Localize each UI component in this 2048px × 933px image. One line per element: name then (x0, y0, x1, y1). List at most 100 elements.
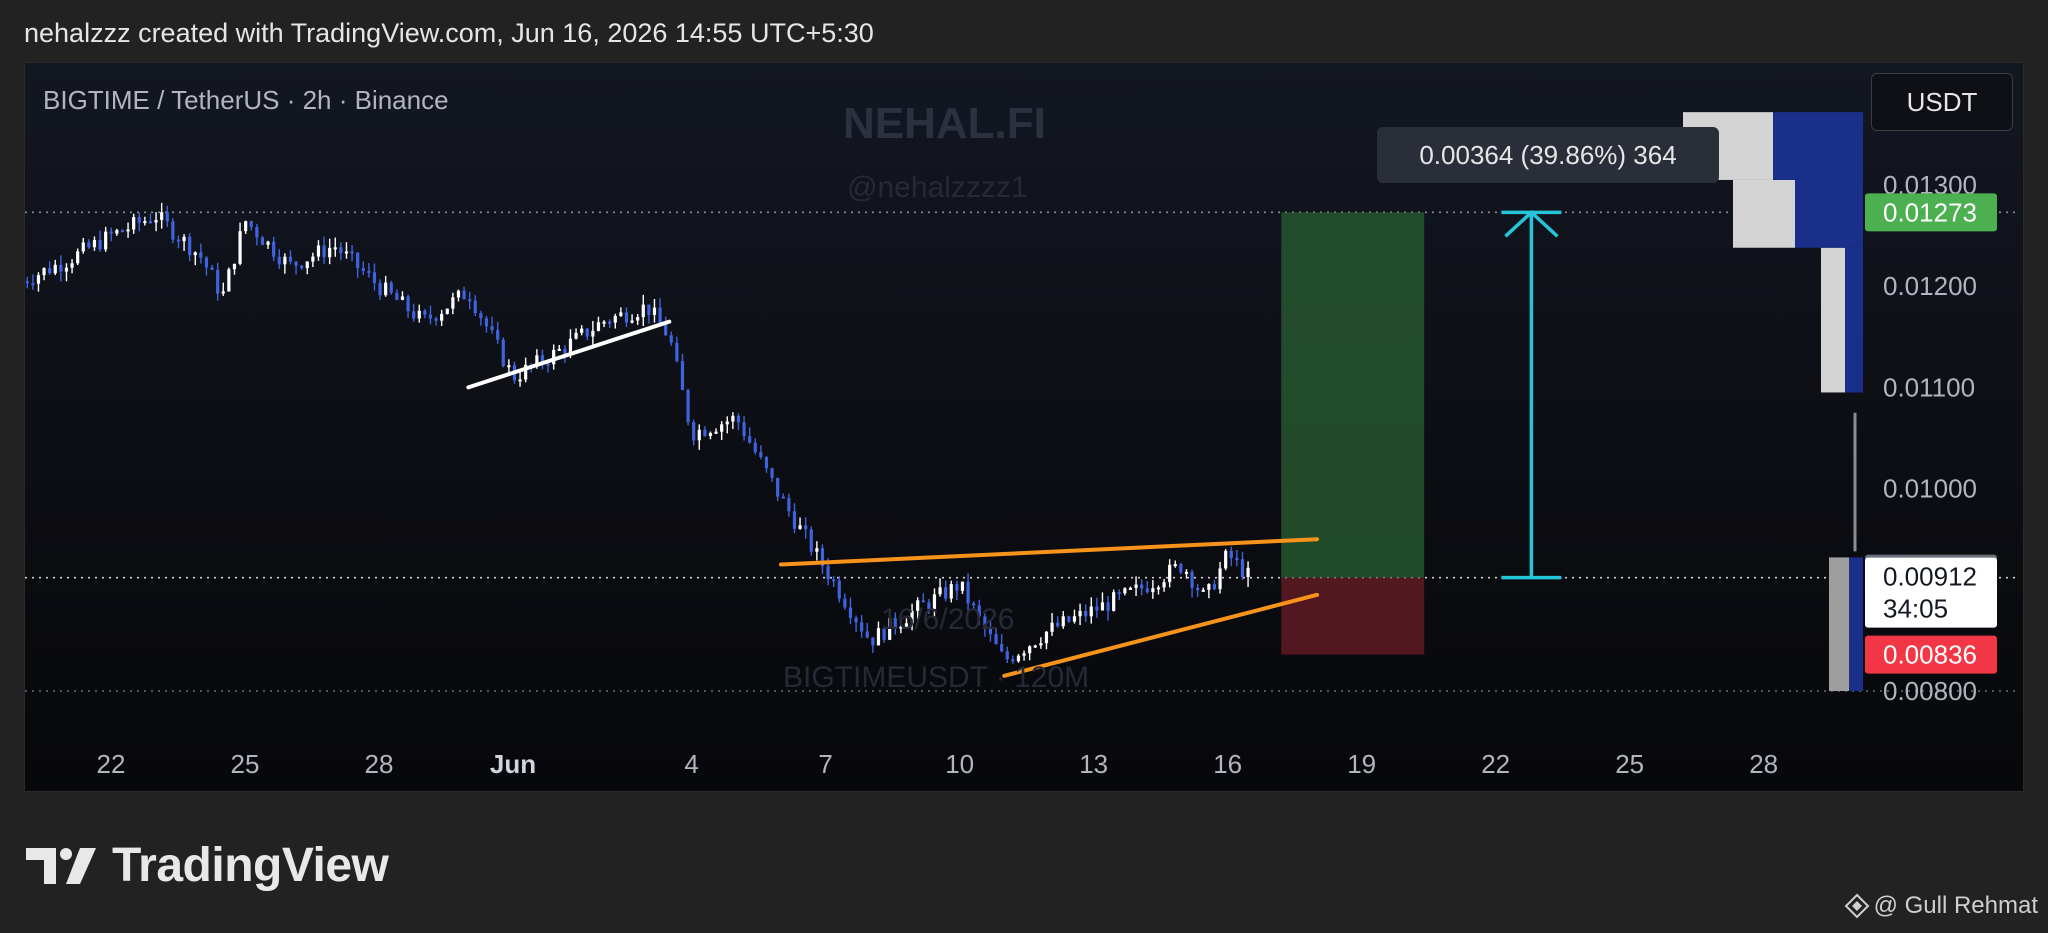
candle-body-46[interactable] (277, 256, 281, 265)
candle-body-79[interactable] (462, 290, 466, 300)
candle-body-78[interactable] (456, 290, 461, 298)
candle-body-203[interactable] (1156, 587, 1161, 590)
candle-body-76[interactable] (445, 308, 449, 314)
candle-body-1[interactable] (25, 281, 29, 284)
candle-body-43[interactable] (260, 237, 265, 245)
candle-body-166[interactable] (949, 584, 953, 599)
candle-body-189[interactable] (1078, 610, 1082, 617)
candle-body-190[interactable] (1084, 610, 1088, 617)
candle-body-218[interactable] (1240, 559, 1245, 578)
candle-body-89[interactable] (518, 379, 522, 382)
candle-body-14[interactable] (98, 239, 102, 250)
candle-body-128[interactable] (736, 415, 741, 423)
candle-body-4[interactable] (42, 268, 46, 276)
candle-body-75[interactable] (440, 313, 444, 321)
candle-body-98[interactable] (568, 338, 573, 354)
candle-body-130[interactable] (748, 436, 752, 443)
candle-body-210[interactable] (1196, 587, 1200, 591)
candle-body-127[interactable] (731, 415, 735, 422)
candle-body-59[interactable] (350, 251, 354, 254)
candle-body-176[interactable] (1005, 651, 1009, 660)
candle-body-58[interactable] (344, 251, 349, 254)
candle-body-70[interactable] (412, 311, 416, 319)
candle-body-101[interactable] (585, 328, 589, 337)
candle-body-168[interactable] (960, 581, 965, 591)
candle-body-204[interactable] (1162, 582, 1166, 588)
candle-body-198[interactable] (1128, 587, 1133, 590)
candle-body-20[interactable] (132, 217, 136, 230)
candle-body-24[interactable] (154, 219, 158, 223)
candle-body-26[interactable] (165, 212, 169, 222)
candle-body-40[interactable] (244, 221, 248, 232)
candle-body-202[interactable] (1151, 588, 1155, 593)
candle-body-125[interactable] (720, 424, 724, 432)
candle-body-87[interactable] (507, 365, 511, 368)
candle-body-50[interactable] (300, 265, 304, 269)
candle-body-86[interactable] (501, 339, 505, 367)
candle-body-208[interactable] (1184, 571, 1189, 574)
candle-body-73[interactable] (428, 314, 433, 319)
chart-panel[interactable]: 0.01300 0.01200 0.01100 0.01000 0.00800 0.012… (24, 62, 2024, 792)
candle-body-44[interactable] (266, 241, 270, 245)
candle-body-123[interactable] (708, 433, 713, 436)
candle-body-36[interactable] (221, 291, 225, 294)
candle-body-185[interactable] (1056, 622, 1060, 627)
candle-body-2[interactable] (31, 283, 35, 286)
candle-body-105[interactable] (608, 321, 612, 324)
candle-body-6[interactable] (53, 264, 57, 274)
candle-body-42[interactable] (255, 227, 259, 238)
candle-body-60[interactable] (356, 252, 360, 268)
candle-body-132[interactable] (759, 452, 763, 458)
candle-body-126[interactable] (725, 421, 729, 425)
candle-body-153[interactable] (876, 628, 881, 646)
candle-body-134[interactable] (770, 468, 774, 478)
candle-body-117[interactable] (675, 342, 679, 362)
candle-body-63[interactable] (372, 272, 377, 284)
candle-body-94[interactable] (546, 363, 550, 366)
candle-body-196[interactable] (1117, 592, 1121, 595)
candle-body-151[interactable] (865, 631, 869, 638)
candle-body-181[interactable] (1033, 645, 1037, 648)
candle-body-74[interactable] (434, 318, 438, 321)
candle-body-107[interactable] (619, 312, 623, 316)
candle-body-213[interactable] (1212, 584, 1217, 590)
candle-body-188[interactable] (1072, 616, 1077, 622)
candle-body-206[interactable] (1173, 564, 1177, 567)
candle-body-7[interactable] (59, 264, 63, 272)
candle-body-64[interactable] (378, 283, 382, 296)
candle-body-13[interactable] (92, 239, 97, 248)
candle-body-77[interactable] (451, 297, 455, 309)
candle-body-100[interactable] (580, 328, 584, 333)
candle-body-103[interactable] (596, 322, 601, 331)
candle-body-200[interactable] (1140, 584, 1144, 589)
candle-body-3[interactable] (36, 275, 41, 284)
candle-body-84[interactable] (490, 326, 494, 330)
candle-body-179[interactable] (1022, 653, 1026, 656)
candle-body-85[interactable] (496, 329, 500, 340)
candle-body-140[interactable] (804, 525, 808, 530)
candle-body-211[interactable] (1201, 589, 1205, 592)
candle-body-18[interactable] (120, 230, 125, 233)
candle-body-150[interactable] (860, 622, 864, 632)
candle-body-129[interactable] (742, 422, 746, 437)
candle-body-30[interactable] (188, 236, 192, 256)
candle-body-187[interactable] (1067, 616, 1071, 622)
candle-body-22[interactable] (143, 221, 147, 224)
candle-body-114[interactable] (658, 307, 662, 323)
candle-body-45[interactable] (272, 241, 276, 257)
candle-body-167[interactable] (955, 584, 959, 591)
candle-body-147[interactable] (843, 598, 847, 608)
candle-body-120[interactable] (692, 422, 696, 441)
candle-body-66[interactable] (389, 282, 393, 293)
candle-body-99[interactable] (574, 332, 578, 339)
candle-body-11[interactable] (81, 242, 85, 252)
candle-body-67[interactable] (395, 292, 399, 300)
candle-body-152[interactable] (871, 637, 875, 646)
candle-body-109[interactable] (630, 320, 634, 323)
candle-body-131[interactable] (753, 442, 757, 453)
candle-body-136[interactable] (781, 496, 785, 499)
candle-body-124[interactable] (714, 431, 718, 434)
candle-body-197[interactable] (1123, 588, 1127, 594)
candle-body-48[interactable] (288, 256, 293, 262)
candle-body-110[interactable] (636, 317, 640, 321)
